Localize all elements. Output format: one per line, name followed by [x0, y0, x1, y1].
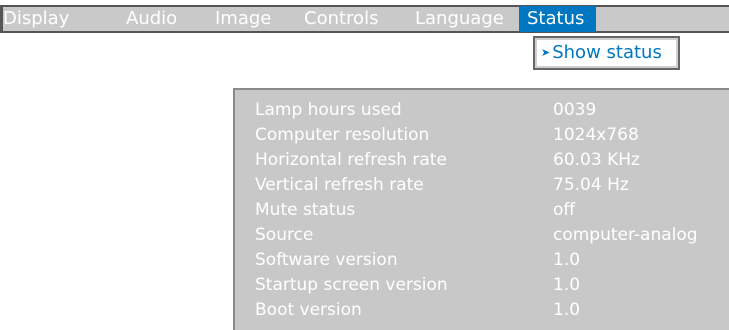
menu-image[interactable]: Image — [215, 7, 271, 31]
status-row-horizontal-refresh: Horizontal refresh rate 60.03 KHz — [255, 148, 729, 173]
submenu-show-status[interactable]: ➤ Show status — [533, 36, 680, 70]
status-value: 1.0 — [553, 250, 581, 270]
menu-controls[interactable]: Controls — [304, 7, 378, 31]
menu-bar: Display Audio Image Controls Language St… — [0, 5, 729, 33]
status-label: Boot version — [255, 300, 362, 320]
status-label: Mute status — [255, 200, 356, 220]
menu-audio[interactable]: Audio — [126, 7, 177, 31]
status-row-mute-status: Mute status off — [255, 198, 729, 223]
status-label: Computer resolution — [255, 125, 430, 145]
status-value: 1.0 — [553, 275, 581, 295]
menu-status[interactable]: Status — [519, 6, 597, 32]
status-value: 0039 — [553, 100, 597, 120]
status-row-software-version: Software version 1.0 — [255, 248, 729, 273]
menu-display[interactable]: Display — [3, 7, 69, 31]
status-label: Software version — [255, 250, 398, 270]
status-panel: Lamp hours used 0039 Computer resolution… — [233, 88, 729, 330]
status-row-boot-version: Boot version 1.0 — [255, 298, 729, 323]
status-value: 75.04 Hz — [553, 175, 629, 195]
status-value: off — [553, 200, 576, 220]
status-label: Source — [255, 225, 314, 245]
status-label: Vertical refresh rate — [255, 175, 424, 195]
status-label: Startup screen version — [255, 275, 448, 295]
status-value: computer-analog — [553, 225, 698, 245]
status-row-startup-screen-version: Startup screen version 1.0 — [255, 273, 729, 298]
status-row-lamp-hours: Lamp hours used 0039 — [255, 98, 729, 123]
status-row-vertical-refresh: Vertical refresh rate 75.04 Hz — [255, 173, 729, 198]
status-value: 60.03 KHz — [553, 150, 640, 170]
status-row-computer-resolution: Computer resolution 1024x768 — [255, 123, 729, 148]
status-value: 1024x768 — [553, 125, 639, 145]
status-label: Lamp hours used — [255, 100, 402, 120]
pointer-arrow-icon: ➤ — [541, 46, 551, 59]
status-value: 1.0 — [553, 300, 581, 320]
menu-language[interactable]: Language — [415, 7, 504, 31]
submenu-item-label: Show status — [552, 42, 662, 63]
status-row-source: Source computer-analog — [255, 223, 729, 248]
status-label: Horizontal refresh rate — [255, 150, 447, 170]
